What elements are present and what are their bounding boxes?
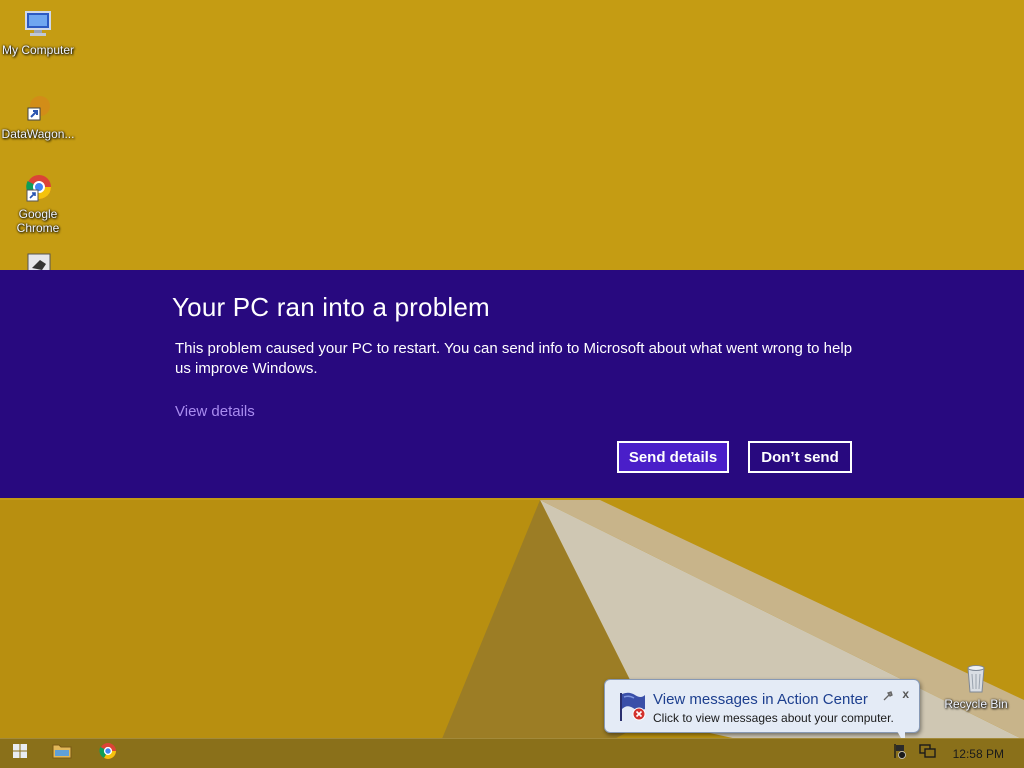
- notification-text: Click to view messages about your comput…: [653, 711, 894, 725]
- taskbar-file-explorer[interactable]: [42, 739, 82, 768]
- desktop-icon-app-shortcut[interactable]: [0, 252, 76, 270]
- dialog-message: This problem caused your PC to restart. …: [175, 340, 853, 377]
- shortcut-icon: [22, 92, 54, 124]
- chrome-icon: [22, 172, 54, 204]
- dont-send-button[interactable]: Don’t send: [748, 441, 852, 473]
- dialog-title: Your PC ran into a problem: [172, 292, 490, 322]
- problem-banner: [0, 270, 1024, 498]
- desktop-icon-recycle-bin[interactable]: Recycle Bin: [938, 662, 1014, 711]
- taskbar-chrome[interactable]: [88, 739, 128, 768]
- chrome-icon: [99, 742, 117, 765]
- network-icon: [918, 743, 936, 764]
- view-details-link[interactable]: View details: [175, 403, 255, 420]
- start-button[interactable]: [0, 739, 40, 768]
- taskbar: 12:58 PM: [0, 738, 1024, 768]
- action-center-icon: [892, 743, 906, 764]
- notification-title: View messages in Action Center: [653, 691, 868, 708]
- windows-start-icon: [12, 743, 28, 764]
- tray-network[interactable]: [914, 739, 940, 768]
- taskbar-clock[interactable]: 12:58 PM: [953, 747, 1004, 761]
- recycle-bin-icon: [960, 662, 992, 694]
- tray-action-center[interactable]: [888, 739, 910, 768]
- action-center-flag-icon: [615, 689, 649, 723]
- send-details-button[interactable]: Send details: [617, 441, 729, 473]
- desktop-icon-my-computer[interactable]: My Computer: [0, 8, 76, 57]
- app-shortcut-icon: [22, 252, 54, 270]
- action-center-notification[interactable]: View messages in Action Center Click to …: [604, 679, 920, 733]
- file-explorer-icon: [52, 742, 72, 765]
- notification-close-button[interactable]: x: [902, 687, 909, 701]
- notification-options-icon[interactable]: [883, 688, 893, 701]
- computer-icon: [22, 8, 54, 40]
- desktop-icon-datawagon[interactable]: DataWagon...: [0, 92, 76, 141]
- desktop-icon-google-chrome[interactable]: Google Chrome: [0, 172, 76, 235]
